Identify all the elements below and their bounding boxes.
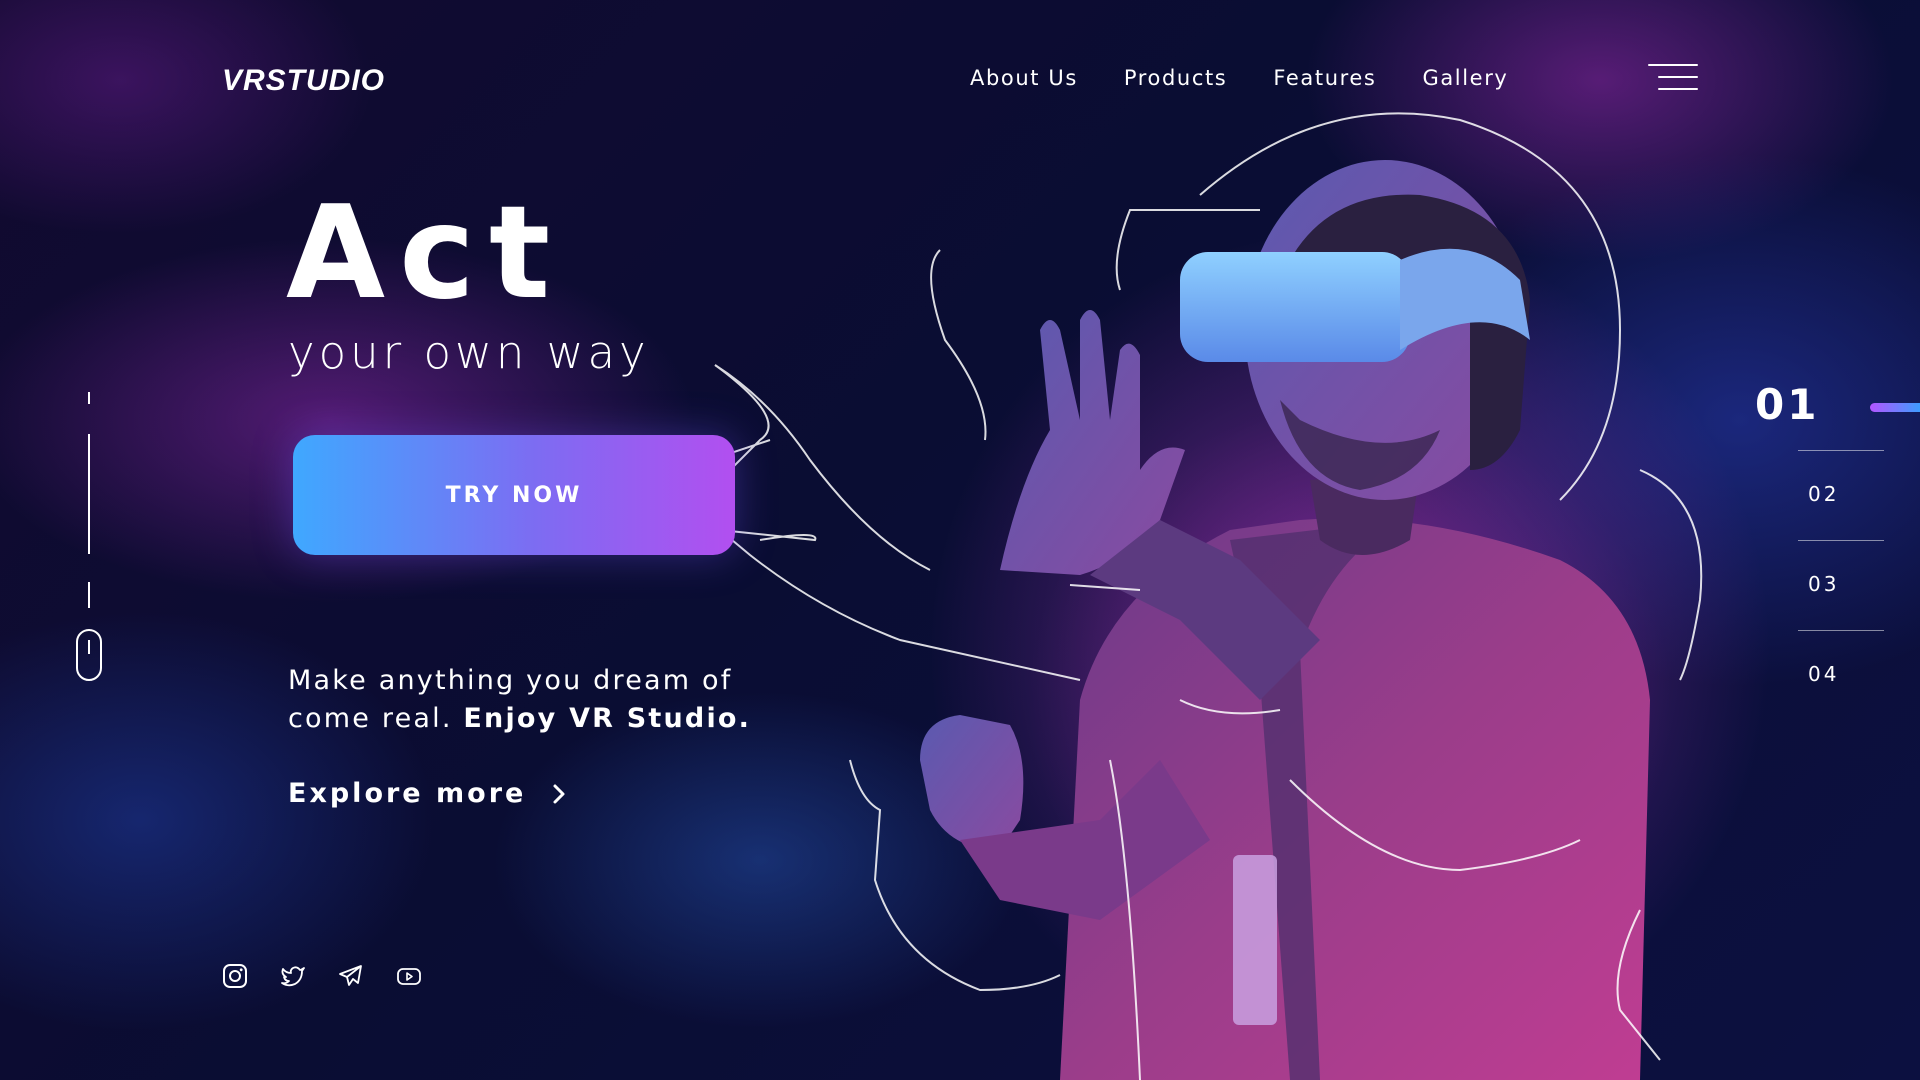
vr-person-illustration bbox=[677, 112, 1770, 1080]
chevron-right-icon bbox=[553, 784, 565, 803]
slide-divider bbox=[1798, 630, 1884, 631]
scroll-indicator bbox=[76, 392, 102, 681]
nav-item-products[interactable]: Products bbox=[1124, 66, 1227, 90]
description-line-2: come real. Enjoy VR Studio. bbox=[288, 700, 751, 738]
explore-more-link[interactable]: Explore more bbox=[288, 778, 566, 809]
description-emphasis: Enjoy VR Studio. bbox=[463, 703, 752, 734]
main-nav: About Us Products Features Gallery bbox=[970, 66, 1508, 90]
social-links bbox=[222, 963, 422, 989]
description-prefix: come real. bbox=[288, 703, 453, 734]
hero-subtitle: your own way bbox=[288, 326, 650, 379]
hamburger-menu-icon[interactable] bbox=[1646, 62, 1698, 92]
nav-item-gallery[interactable]: Gallery bbox=[1422, 66, 1508, 90]
nav-item-features[interactable]: Features bbox=[1273, 66, 1376, 90]
slide-item-04[interactable]: 04 bbox=[1808, 662, 1839, 686]
youtube-icon[interactable] bbox=[396, 963, 422, 989]
try-now-label: TRY NOW bbox=[445, 482, 583, 508]
slide-item-03[interactable]: 03 bbox=[1808, 572, 1839, 596]
brand-logo[interactable]: VRSTUDIO bbox=[222, 64, 385, 98]
try-now-button[interactable]: TRY NOW bbox=[293, 435, 735, 555]
instagram-icon[interactable] bbox=[222, 963, 248, 989]
explore-more-label: Explore more bbox=[288, 778, 527, 809]
hero-description: Make anything you dream of come real. En… bbox=[288, 662, 751, 738]
twitter-icon[interactable] bbox=[280, 963, 306, 989]
hero-title: Act bbox=[286, 179, 565, 328]
description-line-1: Make anything you dream of bbox=[288, 665, 733, 696]
telegram-icon[interactable] bbox=[338, 963, 364, 989]
slide-item-02[interactable]: 02 bbox=[1808, 482, 1839, 506]
slide-active-indicator bbox=[1870, 403, 1920, 412]
slide-divider bbox=[1798, 450, 1884, 451]
slide-item-active[interactable]: 01 bbox=[1755, 380, 1819, 429]
nav-item-about-us[interactable]: About Us bbox=[970, 66, 1078, 90]
slide-divider bbox=[1798, 540, 1884, 541]
